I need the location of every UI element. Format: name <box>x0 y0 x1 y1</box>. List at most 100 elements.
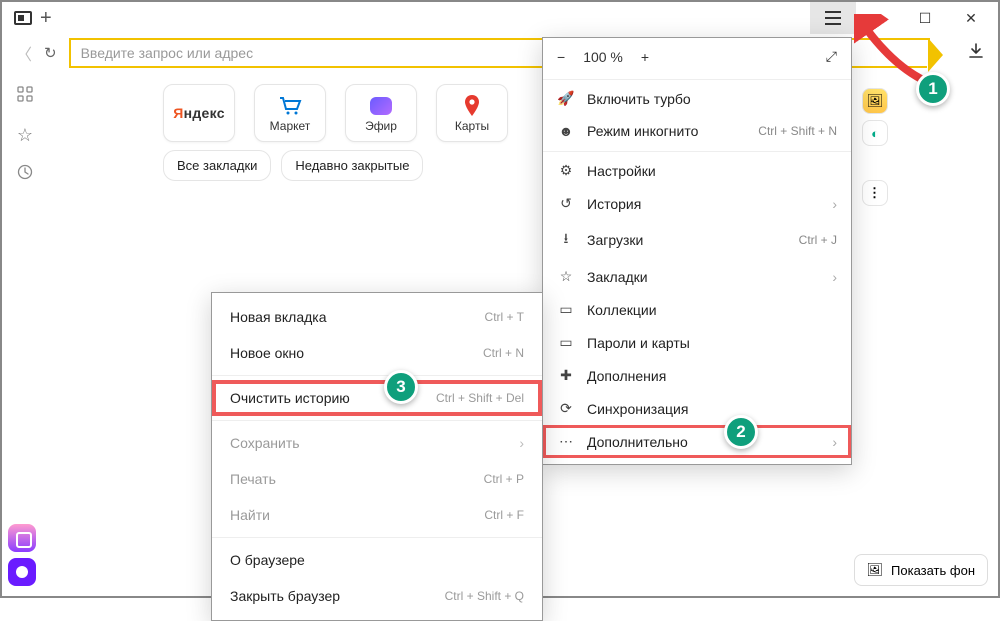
submenu-print[interactable]: Печать Ctrl + P <box>212 461 542 497</box>
submenu-clear-history[interactable]: Очистить историю Ctrl + Shift + Del <box>212 380 542 416</box>
history-icon: ↺ <box>557 195 575 212</box>
gear-icon: ⚙ <box>557 162 575 179</box>
menu-more[interactable]: ⋯ Дополнительно › <box>543 425 851 458</box>
right-mini-icons: 🖼 ◐ ⋮ <box>862 88 888 206</box>
shortcut: Ctrl + F <box>484 508 524 522</box>
more-icon: ⋯ <box>557 433 575 450</box>
menu-label: Загрузки <box>587 232 643 248</box>
menu-label: Настройки <box>587 163 656 179</box>
more-tiles-button[interactable]: ⋮ <box>862 180 888 206</box>
tile-yandex[interactable]: Яндекс <box>163 84 235 142</box>
new-tab-button[interactable]: + <box>40 7 52 30</box>
reload-button[interactable]: ↻ <box>44 44 57 62</box>
clock-icon[interactable] <box>17 164 33 185</box>
mini-image-tile[interactable]: 🖼 <box>862 88 888 114</box>
tile-maps[interactable]: Карты <box>436 84 508 142</box>
fullscreen-icon[interactable]: ⤢ <box>826 48 837 65</box>
menu-settings[interactable]: ⚙ Настройки <box>543 154 851 187</box>
submenu-label: Закрыть браузер <box>230 588 340 604</box>
tab-indicator-icon[interactable] <box>14 11 32 25</box>
menu-turbo[interactable]: 🚀 Включить турбо <box>543 82 851 115</box>
tile-efir[interactable]: Эфир <box>345 84 417 142</box>
efir-icon <box>370 93 392 119</box>
yandex-logo-text: Яндекс <box>173 105 225 121</box>
submenu-label: Новое окно <box>230 345 304 361</box>
left-sidebar: ☆ <box>10 86 40 185</box>
map-pin-icon <box>464 93 480 119</box>
tile-label: Карты <box>455 119 489 133</box>
puzzle-icon: ✚ <box>557 367 575 384</box>
rocket-icon: 🚀 <box>557 90 575 107</box>
submenu-label: Новая вкладка <box>230 309 327 325</box>
zoom-value: 100 % <box>583 49 623 65</box>
annotation-badge-2: 2 <box>724 415 758 449</box>
shortcut: Ctrl + Shift + Q <box>445 589 524 603</box>
recently-closed-button[interactable]: Недавно закрытые <box>281 150 423 181</box>
hamburger-menu-button[interactable] <box>810 2 856 34</box>
submenu-more: Новая вкладка Ctrl + T Новое окно Ctrl +… <box>211 292 543 621</box>
all-bookmarks-button[interactable]: Все закладки <box>163 150 271 181</box>
back-button[interactable]: 〈 <box>16 41 32 65</box>
close-window-button[interactable]: ✕ <box>948 2 994 34</box>
collections-icon: ▭ <box>557 301 575 318</box>
menu-label: Включить турбо <box>587 91 691 107</box>
image-icon: 🖼 <box>867 562 884 578</box>
minimize-button[interactable]: — <box>856 2 902 34</box>
shortcut: Ctrl + Shift + N <box>758 124 837 138</box>
submenu-label: Найти <box>230 507 270 523</box>
submenu-label: О браузере <box>230 552 305 568</box>
main-menu: − 100 % + ⤢ 🚀 Включить турбо ☻ Режим инк… <box>542 37 852 465</box>
chevron-right-icon: › <box>519 435 524 451</box>
menu-label: Пароли и карты <box>587 335 690 351</box>
titlebar: + — ☐ ✕ <box>2 2 998 34</box>
submenu-find[interactable]: Найти Ctrl + F <box>212 497 542 533</box>
mini-green-tile[interactable]: ◐ <box>862 120 888 146</box>
speed-dial-tiles: Яндекс Маркет Эфир Карты <box>163 84 508 142</box>
zoom-out-button[interactable]: − <box>557 49 565 65</box>
cart-icon <box>278 93 302 119</box>
show-background-button[interactable]: 🖼 Показать фон <box>854 554 989 586</box>
chevron-right-icon: › <box>832 196 837 212</box>
tile-market[interactable]: Маркет <box>254 84 326 142</box>
tile-label: Эфир <box>365 119 397 133</box>
star-icon[interactable]: ☆ <box>17 125 33 146</box>
left-sidebar-bottom <box>8 524 36 586</box>
submenu-label: Сохранить <box>230 435 300 451</box>
download-icon: ⭳ <box>557 228 575 252</box>
menu-bookmarks[interactable]: ☆ Закладки › <box>543 260 851 293</box>
menu-passwords[interactable]: ▭ Пароли и карты <box>543 326 851 359</box>
menu-downloads[interactable]: ⭳ Загрузки Ctrl + J <box>543 220 851 260</box>
show-background-label: Показать фон <box>891 563 975 578</box>
maximize-button[interactable]: ☐ <box>902 2 948 34</box>
menu-sync[interactable]: ⟳ Синхронизация <box>543 392 851 425</box>
menu-label: Коллекции <box>587 302 657 318</box>
submenu-about[interactable]: О браузере <box>212 542 542 578</box>
menu-label: Дополнительно <box>587 434 688 450</box>
card-icon: ▭ <box>557 334 575 351</box>
chevron-right-icon: › <box>832 434 837 450</box>
menu-label: История <box>587 196 641 212</box>
submenu-label: Печать <box>230 471 276 487</box>
menu-label: Дополнения <box>587 368 666 384</box>
sync-icon: ⟳ <box>557 400 575 417</box>
chevron-right-icon: › <box>832 269 837 285</box>
app-shortcut-1[interactable] <box>8 524 36 552</box>
annotation-badge-1: 1 <box>916 72 950 106</box>
menu-addons[interactable]: ✚ Дополнения <box>543 359 851 392</box>
zoom-in-button[interactable]: + <box>641 49 649 65</box>
submenu-close-browser[interactable]: Закрыть браузер Ctrl + Shift + Q <box>212 578 542 614</box>
shortcut: Ctrl + N <box>483 346 524 360</box>
submenu-new-tab[interactable]: Новая вкладка Ctrl + T <box>212 299 542 335</box>
downloads-icon[interactable] <box>968 43 984 64</box>
menu-collections[interactable]: ▭ Коллекции <box>543 293 851 326</box>
app-shortcut-2[interactable] <box>8 558 36 586</box>
submenu-new-window[interactable]: Новое окно Ctrl + N <box>212 335 542 371</box>
shortcut: Ctrl + Shift + Del <box>436 391 524 405</box>
menu-history[interactable]: ↺ История › <box>543 187 851 220</box>
submenu-save[interactable]: Сохранить › <box>212 425 542 461</box>
submenu-label: Очистить историю <box>230 390 350 406</box>
annotation-badge-3: 3 <box>384 370 418 404</box>
menu-incognito[interactable]: ☻ Режим инкогнито Ctrl + Shift + N <box>543 115 851 147</box>
menu-label: Синхронизация <box>587 401 688 417</box>
grid-icon[interactable] <box>17 86 33 107</box>
